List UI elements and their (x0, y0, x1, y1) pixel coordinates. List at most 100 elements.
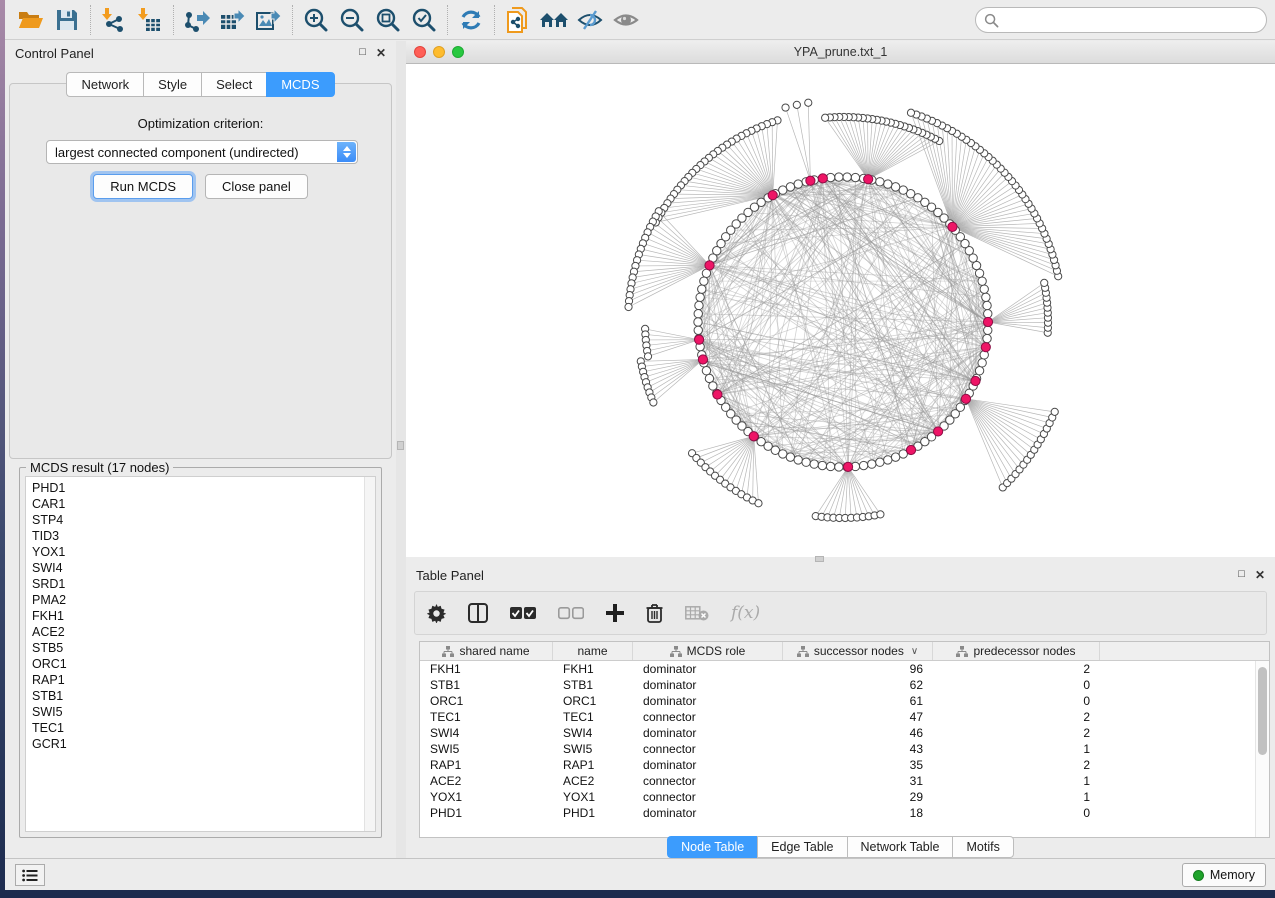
tab-node-table[interactable]: Node Table (667, 836, 757, 858)
table-row[interactable]: SWI4SWI4dominator462 (420, 725, 1255, 741)
mcds-result-list[interactable]: PHD1CAR1STP4TID3YOX1SWI4SRD1PMA2FKH1ACE2… (25, 476, 376, 832)
column-header-MCDS-role[interactable]: MCDS role (633, 642, 783, 660)
memory-button[interactable]: Memory (1182, 863, 1266, 887)
export-network-button[interactable] (179, 4, 215, 36)
node-table[interactable]: shared name nameMCDS rolesuccessor nodes∨… (419, 641, 1270, 838)
control-panel: Control Panel □ ✕ NetworkStyleSelectMCDS… (5, 41, 396, 858)
tab-mcds[interactable]: MCDS (266, 72, 334, 97)
table-scrollbar[interactable] (1255, 661, 1269, 837)
mcds-result-item[interactable]: PHD1 (32, 480, 375, 496)
mcds-result-item[interactable]: STP4 (32, 512, 375, 528)
table-settings-button[interactable] (427, 604, 446, 623)
hide-selected-button[interactable] (572, 4, 608, 36)
mcds-result-item[interactable]: PMA2 (32, 592, 375, 608)
table-row[interactable]: YOX1YOX1connector291 (420, 789, 1255, 805)
table-row[interactable]: STB1STB1dominator620 (420, 677, 1255, 693)
import-network-button[interactable] (96, 4, 132, 36)
mcds-result-item[interactable]: CAR1 (32, 496, 375, 512)
column-header-shared-name[interactable]: shared name (420, 642, 553, 660)
mcds-result-item[interactable]: STB1 (32, 688, 375, 704)
search-input[interactable] (1004, 13, 1258, 27)
mcds-result-item[interactable]: ACE2 (32, 624, 375, 640)
splitter-grip[interactable] (397, 441, 404, 450)
tab-edge-table[interactable]: Edge Table (757, 836, 846, 858)
mcds-result-title: MCDS result (17 nodes) (26, 460, 173, 475)
tab-network[interactable]: Network (66, 72, 143, 97)
optimization-criterion-select[interactable]: largest connected component (undirected) (46, 140, 358, 164)
zoom-fit-button[interactable] (370, 4, 406, 36)
add-column-button[interactable] (606, 604, 624, 622)
cell-predecessor-nodes: 2 (933, 662, 1100, 676)
cell-shared-name: TEC1 (420, 710, 553, 724)
cell-MCDS-role: dominator (633, 726, 783, 740)
open-file-button[interactable] (13, 4, 49, 36)
mcds-result-item[interactable]: SWI5 (32, 704, 375, 720)
zoom-in-button[interactable] (298, 4, 334, 36)
run-mcds-button[interactable]: Run MCDS (93, 174, 193, 199)
tab-select[interactable]: Select (201, 72, 266, 97)
horizontal-splitter-grip[interactable] (815, 556, 824, 562)
column-header-predecessor-nodes[interactable]: predecessor nodes (933, 642, 1100, 660)
mcds-result-item[interactable]: YOX1 (32, 544, 375, 560)
table-row[interactable]: PHD1PHD1dominator180 (420, 805, 1255, 821)
close-table-panel-icon[interactable]: ✕ (1255, 568, 1265, 582)
select-all-checkboxes-button[interactable] (510, 607, 536, 620)
export-table-button[interactable] (215, 4, 251, 36)
delete-table-button[interactable] (685, 605, 709, 621)
delete-column-button[interactable] (646, 603, 663, 623)
table-row[interactable]: TEC1TEC1connector472 (420, 709, 1255, 725)
memory-status-icon (1193, 870, 1204, 881)
table-row[interactable]: RAP1RAP1dominator352 (420, 757, 1255, 773)
zoom-out-button[interactable] (334, 4, 370, 36)
column-header-name[interactable]: name (553, 642, 633, 660)
network-window-titlebar[interactable]: YPA_prune.txt_1 (406, 41, 1275, 64)
tab-motifs[interactable]: Motifs (952, 836, 1013, 858)
import-table-button[interactable] (132, 4, 168, 36)
mcds-result-item[interactable]: TEC1 (32, 720, 375, 736)
mcds-result-item[interactable]: SWI4 (32, 560, 375, 576)
table-scrollbar-thumb[interactable] (1258, 667, 1267, 755)
mcds-result-item[interactable]: TID3 (32, 528, 375, 544)
panel-menu-button[interactable] (15, 864, 45, 886)
close-panel-icon[interactable]: ✕ (376, 46, 386, 60)
table-row[interactable]: ORC1ORC1dominator610 (420, 693, 1255, 709)
cell-successor-nodes: 29 (783, 790, 933, 804)
cell-name: PHD1 (553, 806, 633, 820)
plus-icon (606, 604, 624, 622)
function-builder-button[interactable]: f(x) (731, 603, 760, 623)
table-row[interactable]: FKH1FKH1dominator962 (420, 661, 1255, 677)
mcds-result-item[interactable]: GCR1 (32, 736, 375, 752)
mcds-result-item[interactable]: ORC1 (32, 656, 375, 672)
new-network-from-selection-button[interactable] (500, 4, 536, 36)
network-view-window: YPA_prune.txt_1 (406, 41, 1275, 557)
mcds-result-item[interactable]: RAP1 (32, 672, 375, 688)
mcds-result-groupbox: MCDS result (17 nodes) PHD1CAR1STP4TID3Y… (19, 467, 382, 838)
table-row[interactable]: ACE2ACE2connector311 (420, 773, 1255, 789)
first-neighbors-button[interactable] (536, 4, 572, 36)
mcds-result-item[interactable]: SRD1 (32, 576, 375, 592)
tab-network-table[interactable]: Network Table (847, 836, 953, 858)
column-layout-button[interactable] (468, 603, 488, 623)
zoom-selected-button[interactable] (406, 4, 442, 36)
open-folder-icon (18, 9, 44, 31)
deselect-all-checkboxes-button[interactable] (558, 607, 584, 620)
export-image-button[interactable] (251, 4, 287, 36)
network-canvas[interactable] (406, 64, 1275, 557)
mcds-result-item[interactable]: STB5 (32, 640, 375, 656)
vertical-splitter[interactable] (396, 41, 406, 858)
search-box[interactable] (975, 7, 1267, 33)
tab-style[interactable]: Style (143, 72, 201, 97)
mcds-result-item[interactable]: FKH1 (32, 608, 375, 624)
show-all-button[interactable] (608, 4, 644, 36)
save-session-button[interactable] (49, 4, 85, 36)
table-row[interactable]: SWI5SWI5connector431 (420, 741, 1255, 757)
float-table-panel-icon[interactable]: □ (1238, 568, 1245, 582)
column-type-icon (956, 646, 968, 657)
float-panel-icon[interactable]: □ (359, 46, 366, 60)
close-panel-button[interactable]: Close panel (205, 174, 308, 199)
column-header-successor-nodes[interactable]: successor nodes∨ (783, 642, 933, 660)
sort-descending-icon: ∨ (911, 646, 918, 657)
mcds-list-scrollbar[interactable] (364, 477, 375, 831)
column-header-label: shared name (459, 644, 529, 658)
refresh-layout-button[interactable] (453, 4, 489, 36)
